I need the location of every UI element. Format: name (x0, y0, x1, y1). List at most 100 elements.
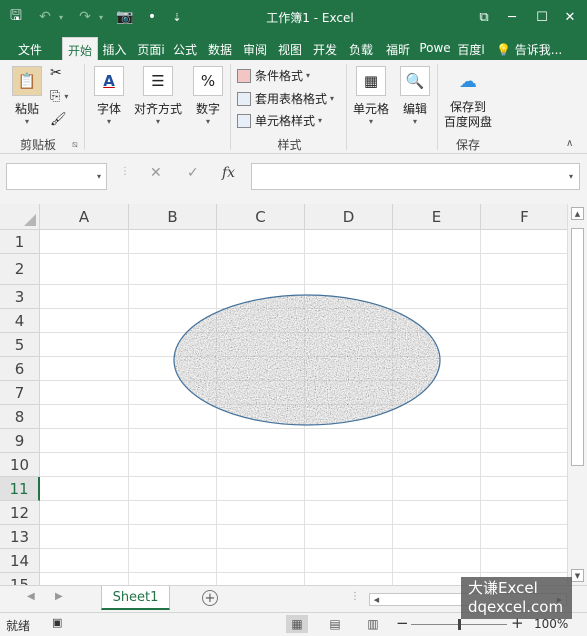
customize-qat-icon[interactable]: ⇣ (168, 0, 186, 34)
row-header-11[interactable]: 11 (0, 477, 40, 501)
tab-page-layout[interactable]: 页面i (135, 37, 167, 60)
collapse-ribbon-icon[interactable]: ∧ (566, 138, 573, 149)
undo-dropdown-icon[interactable]: ▾ (56, 0, 66, 34)
scroll-down-icon[interactable]: ▼ (571, 569, 584, 582)
splitter-dots-icon[interactable]: ⋮ (120, 166, 130, 177)
styles-group-label: 样式 (277, 138, 302, 152)
dialog-launcher-icon[interactable]: ⧅ (72, 140, 78, 150)
tab-file[interactable]: 文件 (8, 37, 52, 60)
restore-icon[interactable]: ☐ (527, 0, 557, 34)
row-header-12[interactable]: 12 (0, 501, 40, 525)
worksheet-grid[interactable]: A B C D E F 1 2 3 4 5 6 7 8 9 10 11 12 1… (0, 204, 567, 585)
tab-formulas[interactable]: 公式 (169, 37, 201, 60)
next-sheet-icon[interactable]: ▶ (55, 591, 63, 602)
zoom-out-icon[interactable]: − (396, 614, 409, 632)
copy-button[interactable]: ⎘ ▾ (50, 89, 68, 104)
normal-view-icon[interactable]: ▦ (286, 615, 308, 633)
row-header-9[interactable]: 9 (0, 429, 40, 453)
copy-icon: ⎘ (50, 89, 61, 104)
zoom-slider-thumb[interactable] (458, 619, 461, 630)
row-header-1[interactable]: 1 (0, 230, 40, 254)
format-as-table-button[interactable]: 套用表格格式 ▾ (237, 90, 334, 107)
cell-styles-button[interactable]: 单元格样式 ▾ (237, 112, 322, 129)
column-header-a[interactable]: A (40, 204, 129, 230)
splitter-dots-icon[interactable]: ⋮ (350, 591, 360, 602)
format-painter-icon[interactable]: 🖌 (50, 112, 67, 127)
scroll-up-icon[interactable]: ▲ (571, 207, 584, 220)
redo-dropdown-icon[interactable]: ▾ (96, 0, 106, 34)
save-icon[interactable]: 🖫 (2, 0, 30, 34)
chevron-down-icon: ▾ (155, 117, 160, 126)
touch-mode-icon[interactable]: • (142, 0, 162, 34)
save-to-baidu-netdisk-button[interactable]: ☁ 保存到 百度网盘 (440, 66, 496, 130)
editing-button[interactable]: 🔍 编辑 ▾ (398, 66, 432, 126)
column-header-c[interactable]: C (217, 204, 305, 230)
tab-insert[interactable]: 插入 (98, 37, 131, 60)
save-to-baidu-label-line2: 百度网盘 (443, 115, 492, 129)
row-header-4[interactable]: 4 (0, 309, 40, 333)
page-break-preview-icon[interactable]: ▥ (362, 615, 384, 633)
column-header-e[interactable]: E (393, 204, 481, 230)
font-button[interactable]: A 字体 ▾ (92, 66, 126, 126)
macro-record-icon[interactable]: ▣ (52, 616, 62, 629)
cells-button[interactable]: ▦ 单元格 ▾ (350, 66, 392, 126)
alignment-button[interactable]: ☰ 对齐方式 ▾ (132, 66, 184, 126)
minimize-icon[interactable]: ─ (497, 0, 527, 34)
ellipse-shape[interactable] (173, 294, 441, 426)
row-header-10[interactable]: 10 (0, 453, 40, 477)
tab-foxit-reader[interactable]: 福昕 (381, 37, 415, 60)
prev-sheet-icon[interactable]: ◀ (27, 591, 35, 602)
row-header-2[interactable]: 2 (0, 254, 40, 285)
baidu-cloud-icon: ☁ (459, 70, 477, 92)
chevron-down-icon[interactable]: ▾ (97, 172, 101, 181)
tab-baidu-netdisk[interactable]: 百度l (455, 37, 487, 60)
zoom-slider[interactable] (411, 619, 507, 630)
row-header-14[interactable]: 14 (0, 549, 40, 573)
enter-checkmark-icon[interactable]: ✓ (187, 165, 199, 181)
row-header-13[interactable]: 13 (0, 525, 40, 549)
paste-button[interactable]: 📋 粘贴 ▾ (8, 66, 46, 126)
tab-view[interactable]: 视图 (274, 37, 306, 60)
column-header-f[interactable]: F (481, 204, 567, 230)
expand-formula-bar-icon[interactable]: ▾ (569, 172, 573, 181)
tab-developer[interactable]: 开发 (309, 37, 341, 60)
clipboard-paste-icon: 📋 (12, 66, 42, 96)
tab-data[interactable]: 数据 (204, 37, 236, 60)
insert-function-icon[interactable]: fx (222, 165, 235, 181)
chevron-down-icon: ▾ (318, 116, 323, 125)
name-box[interactable]: ▾ (6, 163, 107, 190)
tab-review[interactable]: 审阅 (239, 37, 271, 60)
redo-icon[interactable]: ↷ (74, 0, 96, 34)
row-header-8[interactable]: 8 (0, 405, 40, 429)
tab-load-test[interactable]: 负载 (345, 37, 377, 60)
row-header-6[interactable]: 6 (0, 357, 40, 381)
formula-input[interactable]: ▾ (251, 163, 580, 190)
select-all-corner[interactable] (0, 204, 40, 230)
row-header-7[interactable]: 7 (0, 381, 40, 405)
close-icon[interactable]: ✕ (555, 0, 585, 34)
scroll-left-icon[interactable]: ◀ (370, 594, 383, 605)
camera-icon[interactable]: 📷 (114, 0, 136, 34)
tab-power-pivot[interactable]: Powe (418, 37, 452, 60)
watermark-line1: 大谦Excel (468, 579, 538, 597)
add-sheet-icon[interactable]: + (202, 590, 218, 606)
vertical-scrollbar[interactable]: ▲ ▼ (567, 204, 587, 585)
conditional-formatting-button[interactable]: 条件格式 ▾ (237, 67, 310, 84)
page-layout-view-icon[interactable]: ▤ (324, 615, 346, 633)
sheet-tab-sheet1[interactable]: Sheet1 (101, 586, 170, 610)
watermark-line2: dqexcel.com (468, 598, 564, 616)
row-header-5[interactable]: 5 (0, 333, 40, 357)
cut-icon[interactable]: ✂ (50, 65, 62, 81)
zoom-level[interactable]: 100% (534, 617, 568, 631)
row-header-15[interactable]: 15 (0, 573, 40, 585)
undo-icon[interactable]: ↶ (34, 0, 56, 34)
cancel-icon[interactable]: ✕ (150, 165, 162, 181)
ribbon-display-options-icon[interactable]: ⧉ (469, 0, 499, 34)
row-header-3[interactable]: 3 (0, 285, 40, 309)
vertical-scroll-thumb[interactable] (571, 228, 584, 466)
column-header-d[interactable]: D (305, 204, 393, 230)
tell-me-search[interactable]: 💡 告诉我... (496, 37, 566, 60)
tab-home[interactable]: 开始 (62, 37, 98, 60)
number-button[interactable]: % 数字 ▾ (192, 66, 224, 126)
column-header-b[interactable]: B (129, 204, 217, 230)
